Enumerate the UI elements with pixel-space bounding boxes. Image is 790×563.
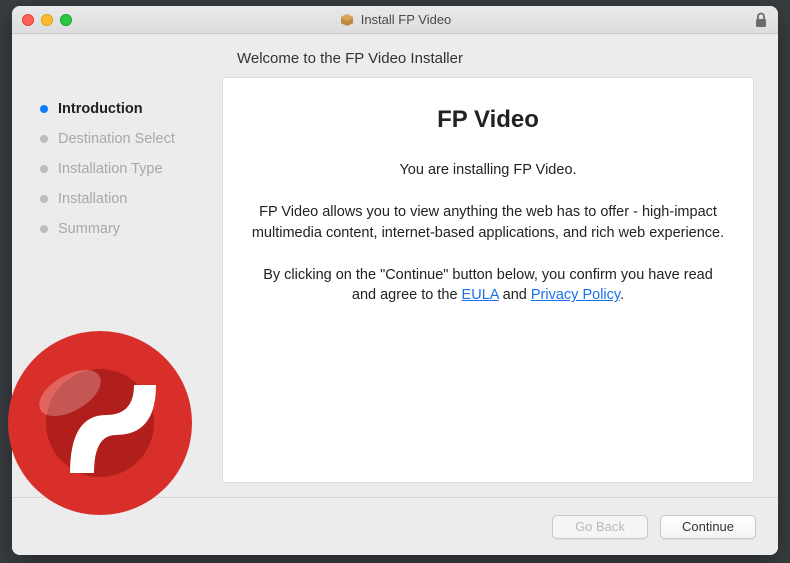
privacy-link[interactable]: Privacy Policy	[531, 287, 620, 303]
step-label: Destination Select	[58, 131, 175, 147]
step-bullet-icon	[40, 105, 48, 113]
content-agreement: By clicking on the "Continue" button bel…	[251, 265, 725, 306]
installer-window: Install FP Video Welcome to the FP Video…	[12, 6, 778, 555]
content-line1: You are installing FP Video.	[251, 160, 725, 180]
zoom-icon[interactable]	[60, 14, 72, 26]
minimize-icon[interactable]	[41, 14, 53, 26]
step-bullet-icon	[40, 195, 48, 203]
continue-button[interactable]: Continue	[660, 515, 756, 539]
content-title: FP Video	[251, 106, 725, 134]
step-bullet-icon	[40, 135, 48, 143]
step-label: Installation	[58, 191, 127, 207]
titlebar: Install FP Video	[12, 6, 778, 34]
step-label: Summary	[58, 221, 120, 237]
sidebar-item-summary: Summary	[40, 221, 212, 237]
step-sidebar: Introduction Destination Select Installa…	[12, 73, 222, 497]
step-bullet-icon	[40, 225, 48, 233]
step-bullet-icon	[40, 165, 48, 173]
window-controls	[22, 14, 72, 26]
close-icon[interactable]	[22, 14, 34, 26]
sidebar-item-installation: Installation	[40, 191, 212, 207]
package-icon	[339, 12, 355, 28]
step-label: Installation Type	[58, 161, 163, 177]
flash-player-icon	[0, 323, 200, 523]
eula-link[interactable]: EULA	[462, 287, 499, 303]
sidebar-item-installtype: Installation Type	[40, 161, 212, 177]
agree-and: and	[499, 287, 531, 303]
sidebar-item-destination: Destination Select	[40, 131, 212, 147]
agree-period: .	[620, 287, 624, 303]
content-line2: FP Video allows you to view anything the…	[251, 202, 725, 243]
content-panel: FP Video You are installing FP Video. FP…	[222, 77, 754, 483]
step-label: Introduction	[58, 101, 143, 117]
lock-icon[interactable]	[754, 12, 768, 28]
sidebar-item-introduction: Introduction	[40, 101, 212, 117]
window-title: Install FP Video	[361, 12, 452, 27]
go-back-button: Go Back	[552, 515, 648, 539]
page-title: Welcome to the FP Video Installer	[12, 34, 778, 73]
